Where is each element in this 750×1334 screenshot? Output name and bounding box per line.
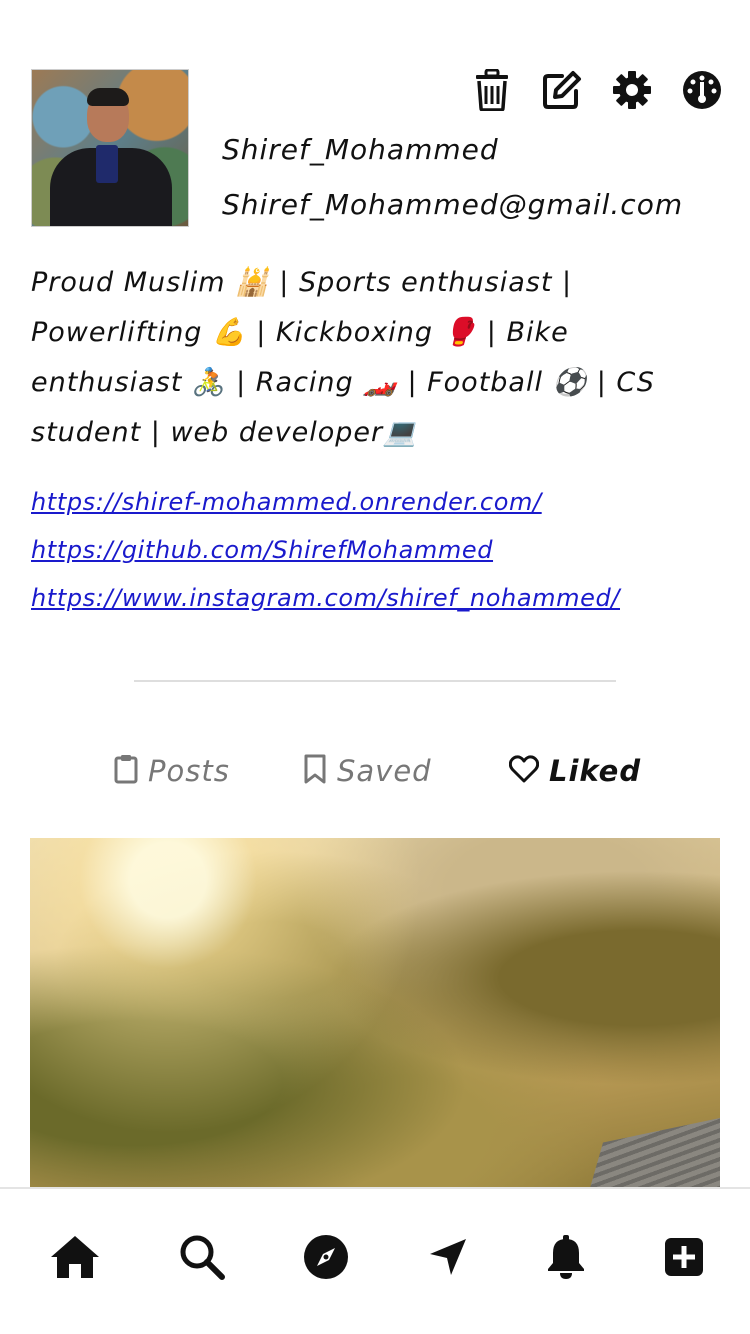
search-icon[interactable] [176, 1231, 228, 1283]
image-roof [590, 1118, 720, 1188]
liked-post-image[interactable] [30, 838, 720, 1188]
heart-icon [508, 755, 540, 787]
profile-avatar [31, 69, 189, 227]
location-arrow-icon[interactable] [422, 1231, 474, 1283]
compass-icon[interactable] [300, 1231, 352, 1283]
tab-label: Liked [549, 754, 642, 788]
dashboard-icon[interactable] [682, 69, 722, 111]
profile-link[interactable]: https://shiref-mohammed.onrender.com/ [31, 478, 721, 526]
home-icon[interactable] [49, 1231, 101, 1283]
bookmark-icon [303, 754, 327, 788]
profile-username: Shiref_Mohammed [222, 133, 499, 166]
profile-bio: Proud Muslim 🕌 | Sports enthusiast | Pow… [31, 267, 655, 448]
tab-liked[interactable]: Liked [508, 745, 642, 797]
edit-icon[interactable] [542, 69, 582, 111]
avatar-phone [96, 145, 118, 183]
profile-actions [472, 69, 722, 111]
plus-square-icon[interactable] [658, 1231, 710, 1283]
tab-label: Posts [148, 754, 230, 788]
profile-link[interactable]: https://www.instagram.com/shiref_nohamme… [31, 574, 721, 622]
bell-icon[interactable] [540, 1231, 592, 1283]
clipboard-icon [114, 754, 138, 788]
profile-link[interactable]: https://github.com/ShirefMohammed [31, 526, 721, 574]
profile-links: https://shiref-mohammed.onrender.com/ ht… [31, 478, 721, 622]
gear-icon[interactable] [612, 69, 652, 111]
profile-tabs: Posts Saved Liked [0, 745, 750, 797]
profile-email: Shiref_Mohammed@gmail.com [222, 188, 684, 221]
trash-icon[interactable] [472, 69, 512, 111]
bottom-nav [0, 1187, 750, 1334]
avatar-person-hair [87, 88, 129, 106]
tab-saved[interactable]: Saved [303, 745, 432, 797]
tab-posts[interactable]: Posts [114, 745, 230, 797]
section-divider [134, 680, 616, 682]
tab-label: Saved [337, 754, 432, 788]
